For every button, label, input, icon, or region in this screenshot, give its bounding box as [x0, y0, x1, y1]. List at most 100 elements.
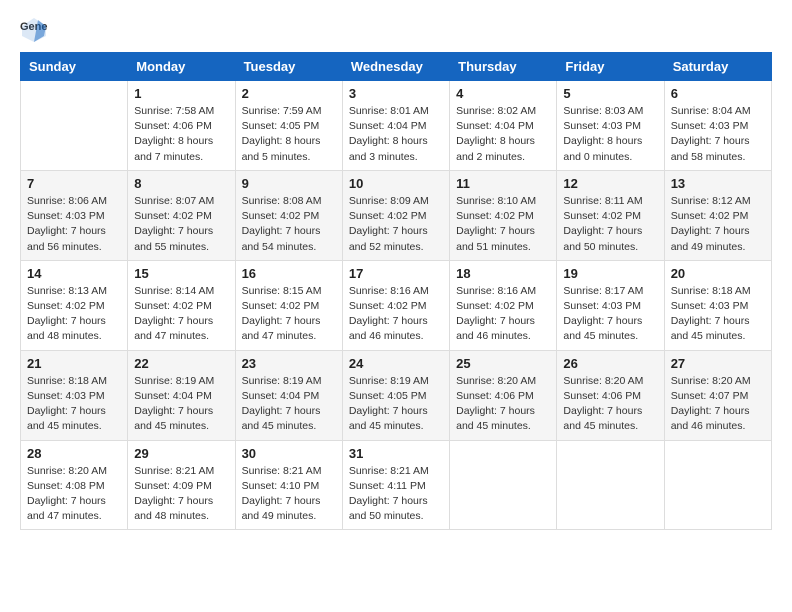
day-number: 17: [349, 266, 443, 281]
day-info: Sunrise: 8:09 AMSunset: 4:02 PMDaylight:…: [349, 194, 443, 255]
day-number: 14: [27, 266, 121, 281]
calendar-cell: 18 Sunrise: 8:16 AMSunset: 4:02 PMDayligh…: [450, 260, 557, 350]
calendar-cell: 12Sunrise: 8:11 AMSunset: 4:02 PMDayligh…: [557, 170, 664, 260]
day-number: 4: [456, 86, 550, 101]
day-info: Sunrise: 8:02 AMSunset: 4:04 PMDaylight:…: [456, 104, 550, 165]
day-number: 26: [563, 356, 657, 371]
day-info: Sunrise: 8:16 AMSunset: 4:02 PMDaylight:…: [349, 284, 443, 345]
day-info: Sunrise: 8:14 AMSunset: 4:02 PMDaylight:…: [134, 284, 228, 345]
weekday-header: Tuesday: [235, 53, 342, 81]
weekday-header: Thursday: [450, 53, 557, 81]
day-number: 13: [671, 176, 765, 191]
day-info: Sunrise: 8:19 AMSunset: 4:04 PMDaylight:…: [134, 374, 228, 435]
day-number: 11: [456, 176, 550, 191]
day-number: 30: [242, 446, 336, 461]
weekday-header: Monday: [128, 53, 235, 81]
day-info: Sunrise: 8:10 AMSunset: 4:02 PMDaylight:…: [456, 194, 550, 255]
day-info: Sunrise: 8:01 AMSunset: 4:04 PMDaylight:…: [349, 104, 443, 165]
day-number: 25: [456, 356, 550, 371]
calendar-cell: 13 Sunrise: 8:12 AMSunset: 4:02 PMDayligh…: [664, 170, 771, 260]
calendar-cell: 22 Sunrise: 8:19 AMSunset: 4:04 PMDayligh…: [128, 350, 235, 440]
calendar-cell: 26 Sunrise: 8:20 AMSunset: 4:06 PMDayligh…: [557, 350, 664, 440]
calendar-cell: 1 Sunrise: 7:58 AMSunset: 4:06 PMDaylight…: [128, 81, 235, 171]
logo: General: [20, 16, 50, 44]
day-number: 31: [349, 446, 443, 461]
calendar-header-row: SundayMondayTuesdayWednesdayThursdayFrid…: [21, 53, 772, 81]
calendar-table: SundayMondayTuesdayWednesdayThursdayFrid…: [20, 52, 772, 530]
day-number: 16: [242, 266, 336, 281]
calendar-week-row: 14 Sunrise: 8:13 AMSunset: 4:02 PMDayligh…: [21, 260, 772, 350]
day-info: Sunrise: 8:20 AMSunset: 4:08 PMDaylight:…: [27, 464, 121, 525]
calendar-week-row: 21Sunrise: 8:18 AMSunset: 4:03 PMDayligh…: [21, 350, 772, 440]
calendar-cell: [21, 81, 128, 171]
page-header: General: [20, 16, 772, 44]
day-info: Sunrise: 8:06 AMSunset: 4:03 PMDaylight:…: [27, 194, 121, 255]
day-number: 1: [134, 86, 228, 101]
calendar-cell: 25Sunrise: 8:20 AMSunset: 4:06 PMDayligh…: [450, 350, 557, 440]
day-info: Sunrise: 8:08 AMSunset: 4:02 PMDaylight:…: [242, 194, 336, 255]
calendar-cell: 9 Sunrise: 8:08 AMSunset: 4:02 PMDaylight…: [235, 170, 342, 260]
day-info: Sunrise: 8:19 AMSunset: 4:04 PMDaylight:…: [242, 374, 336, 435]
day-info: Sunrise: 8:20 AMSunset: 4:07 PMDaylight:…: [671, 374, 765, 435]
calendar-cell: 6 Sunrise: 8:04 AMSunset: 4:03 PMDaylight…: [664, 81, 771, 171]
calendar-cell: 14 Sunrise: 8:13 AMSunset: 4:02 PMDayligh…: [21, 260, 128, 350]
day-info: Sunrise: 8:15 AMSunset: 4:02 PMDaylight:…: [242, 284, 336, 345]
day-number: 12: [563, 176, 657, 191]
day-number: 18: [456, 266, 550, 281]
day-info: Sunrise: 8:03 AMSunset: 4:03 PMDaylight:…: [563, 104, 657, 165]
day-number: 5: [563, 86, 657, 101]
day-number: 19: [563, 266, 657, 281]
day-number: 29: [134, 446, 228, 461]
day-info: Sunrise: 8:04 AMSunset: 4:03 PMDaylight:…: [671, 104, 765, 165]
calendar-cell: 16 Sunrise: 8:15 AMSunset: 4:02 PMDayligh…: [235, 260, 342, 350]
day-number: 10: [349, 176, 443, 191]
day-info: Sunrise: 8:19 AMSunset: 4:05 PMDaylight:…: [349, 374, 443, 435]
calendar-cell: 3Sunrise: 8:01 AMSunset: 4:04 PMDaylight…: [342, 81, 449, 171]
calendar-cell: 5 Sunrise: 8:03 AMSunset: 4:03 PMDaylight…: [557, 81, 664, 171]
calendar-week-row: 28Sunrise: 8:20 AMSunset: 4:08 PMDayligh…: [21, 440, 772, 530]
day-info: Sunrise: 8:12 AMSunset: 4:02 PMDaylight:…: [671, 194, 765, 255]
calendar-cell: [664, 440, 771, 530]
weekday-header: Wednesday: [342, 53, 449, 81]
day-info: Sunrise: 8:20 AMSunset: 4:06 PMDaylight:…: [563, 374, 657, 435]
day-info: Sunrise: 8:13 AMSunset: 4:02 PMDaylight:…: [27, 284, 121, 345]
day-number: 27: [671, 356, 765, 371]
day-number: 8: [134, 176, 228, 191]
calendar-cell: 28Sunrise: 8:20 AMSunset: 4:08 PMDayligh…: [21, 440, 128, 530]
calendar-cell: 4 Sunrise: 8:02 AMSunset: 4:04 PMDaylight…: [450, 81, 557, 171]
calendar-week-row: 1 Sunrise: 7:58 AMSunset: 4:06 PMDaylight…: [21, 81, 772, 171]
day-info: Sunrise: 7:59 AMSunset: 4:05 PMDaylight:…: [242, 104, 336, 165]
calendar-cell: [557, 440, 664, 530]
calendar-cell: [450, 440, 557, 530]
calendar-cell: 31Sunrise: 8:21 AMSunset: 4:11 PMDayligh…: [342, 440, 449, 530]
day-info: Sunrise: 8:21 AMSunset: 4:09 PMDaylight:…: [134, 464, 228, 525]
day-number: 24: [349, 356, 443, 371]
calendar-cell: 8 Sunrise: 8:07 AMSunset: 4:02 PMDaylight…: [128, 170, 235, 260]
day-number: 22: [134, 356, 228, 371]
calendar-cell: 10 Sunrise: 8:09 AMSunset: 4:02 PMDayligh…: [342, 170, 449, 260]
day-info: Sunrise: 8:21 AMSunset: 4:10 PMDaylight:…: [242, 464, 336, 525]
calendar-week-row: 7Sunrise: 8:06 AMSunset: 4:03 PMDaylight…: [21, 170, 772, 260]
day-info: Sunrise: 7:58 AMSunset: 4:06 PMDaylight:…: [134, 104, 228, 165]
day-number: 9: [242, 176, 336, 191]
day-info: Sunrise: 8:16 AMSunset: 4:02 PMDaylight:…: [456, 284, 550, 345]
day-number: 6: [671, 86, 765, 101]
day-number: 20: [671, 266, 765, 281]
calendar-cell: 23 Sunrise: 8:19 AMSunset: 4:04 PMDayligh…: [235, 350, 342, 440]
day-info: Sunrise: 8:07 AMSunset: 4:02 PMDaylight:…: [134, 194, 228, 255]
day-number: 23: [242, 356, 336, 371]
weekday-header: Friday: [557, 53, 664, 81]
calendar-cell: 11 Sunrise: 8:10 AMSunset: 4:02 PMDayligh…: [450, 170, 557, 260]
day-number: 21: [27, 356, 121, 371]
day-info: Sunrise: 8:18 AMSunset: 4:03 PMDaylight:…: [671, 284, 765, 345]
calendar-cell: 20 Sunrise: 8:18 AMSunset: 4:03 PMDayligh…: [664, 260, 771, 350]
calendar-cell: 24 Sunrise: 8:19 AMSunset: 4:05 PMDayligh…: [342, 350, 449, 440]
weekday-header: Sunday: [21, 53, 128, 81]
calendar-cell: 19Sunrise: 8:17 AMSunset: 4:03 PMDayligh…: [557, 260, 664, 350]
calendar-cell: 27 Sunrise: 8:20 AMSunset: 4:07 PMDayligh…: [664, 350, 771, 440]
calendar-cell: 15Sunrise: 8:14 AMSunset: 4:02 PMDayligh…: [128, 260, 235, 350]
calendar-cell: 2Sunrise: 7:59 AMSunset: 4:05 PMDaylight…: [235, 81, 342, 171]
weekday-header: Saturday: [664, 53, 771, 81]
calendar-cell: 29 Sunrise: 8:21 AMSunset: 4:09 PMDayligh…: [128, 440, 235, 530]
calendar-cell: 7Sunrise: 8:06 AMSunset: 4:03 PMDaylight…: [21, 170, 128, 260]
